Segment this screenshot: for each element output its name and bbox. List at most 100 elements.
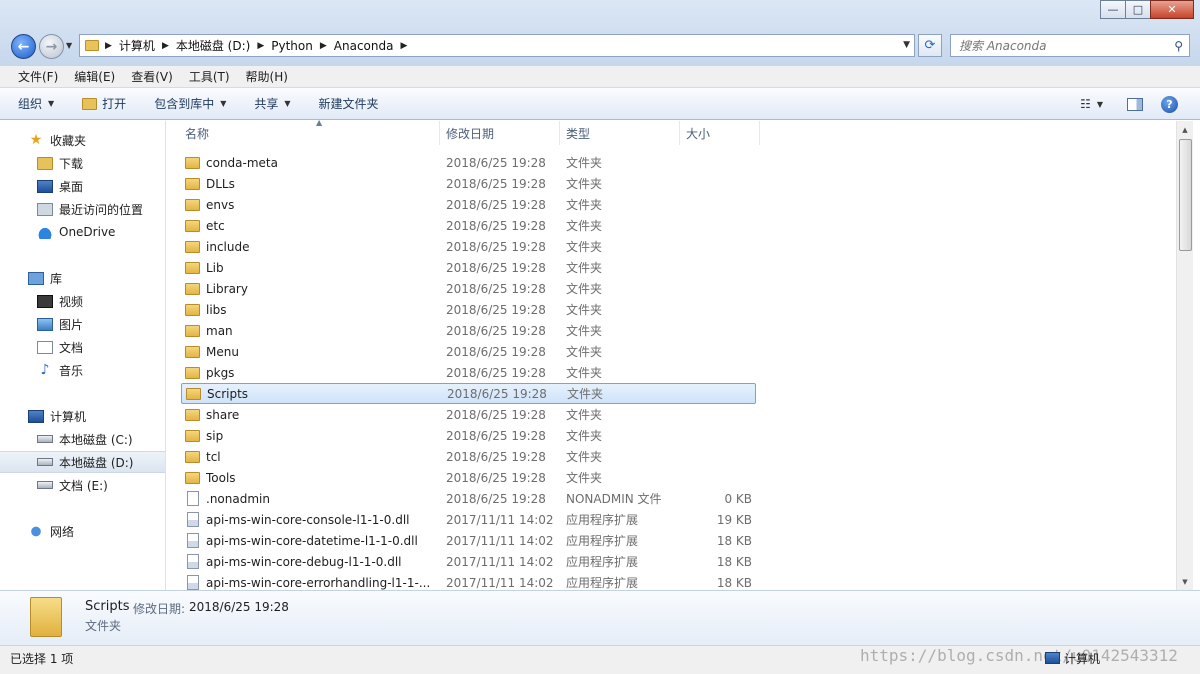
column-label: 名称 bbox=[185, 126, 210, 141]
search-box[interactable]: ⚲ bbox=[950, 34, 1190, 57]
address-bar[interactable]: ▶ 计算机 ▶ 本地磁盘 (D:) ▶ Python ▶ Anaconda ▶ … bbox=[79, 34, 915, 57]
nav-label: 文档 bbox=[59, 340, 84, 355]
nav-recent-places[interactable]: 最近访问的位置 bbox=[0, 198, 165, 220]
minimize-button[interactable]: — bbox=[1100, 0, 1126, 19]
vertical-scrollbar[interactable]: ▲ ▼ bbox=[1176, 121, 1193, 590]
view-dropdown[interactable]: ▼ bbox=[1097, 100, 1103, 109]
nav-label: 收藏夹 bbox=[50, 133, 87, 148]
column-name[interactable]: ▲ 名称 bbox=[179, 118, 440, 145]
column-size[interactable]: 大小 bbox=[680, 121, 760, 145]
file-row[interactable]: tcl 2018/6/25 19:28 文件夹 bbox=[181, 446, 756, 467]
view-details-icon[interactable]: ☷ bbox=[1080, 97, 1091, 111]
share-button[interactable]: 共享 ▼ bbox=[254, 95, 290, 112]
column-date-modified[interactable]: 修改日期 bbox=[440, 121, 560, 145]
file-row[interactable]: Tools 2018/6/25 19:28 文件夹 bbox=[181, 467, 756, 488]
nav-computer[interactable]: 计算机 bbox=[0, 405, 165, 427]
search-input[interactable] bbox=[959, 38, 1159, 53]
menu-file[interactable]: 文件(F) bbox=[10, 68, 66, 85]
file-row[interactable]: man 2018/6/25 19:28 文件夹 bbox=[181, 320, 756, 341]
preview-pane-icon[interactable] bbox=[1127, 97, 1143, 111]
menu-edit[interactable]: 编辑(E) bbox=[66, 68, 123, 85]
drive-icon bbox=[37, 458, 53, 466]
chevron-right-icon[interactable]: ▶ bbox=[320, 41, 327, 51]
breadcrumb-drive-d[interactable]: 本地磁盘 (D:) bbox=[176, 37, 250, 54]
nav-downloads[interactable]: 下载 bbox=[0, 152, 165, 174]
file-name: Scripts bbox=[207, 386, 249, 401]
minimize-icon: — bbox=[1107, 3, 1119, 16]
file-date: 2018/6/25 19:28 bbox=[446, 281, 546, 296]
scroll-down-button[interactable]: ▼ bbox=[1177, 573, 1193, 590]
file-row[interactable]: Menu 2018/6/25 19:28 文件夹 bbox=[181, 341, 756, 362]
nav-desktop[interactable]: 桌面 bbox=[0, 175, 165, 197]
address-dropdown[interactable]: ▼ bbox=[903, 40, 910, 50]
column-headers: ▲ 名称 修改日期 类型 大小 bbox=[167, 118, 1176, 145]
file-row-selected[interactable]: Scripts 2018/6/25 19:28 文件夹 bbox=[181, 383, 756, 404]
refresh-icon: ⟳ bbox=[924, 38, 936, 53]
file-row[interactable]: api-ms-win-core-errorhandling-l1-1-... 2… bbox=[181, 572, 756, 590]
nav-label: 网络 bbox=[50, 524, 75, 539]
file-row[interactable]: api-ms-win-core-datetime-l1-1-0.dll 2017… bbox=[181, 530, 756, 551]
file-row[interactable]: conda-meta 2018/6/25 19:28 文件夹 bbox=[181, 152, 756, 173]
chevron-right-icon[interactable]: ▶ bbox=[400, 41, 407, 51]
organize-button[interactable]: 组织 ▼ bbox=[18, 95, 54, 112]
nav-music[interactable]: ♪ 音乐 bbox=[0, 359, 165, 381]
nav-network[interactable]: 网络 bbox=[0, 520, 165, 542]
nav-favorites[interactable]: ★ 收藏夹 bbox=[0, 129, 165, 151]
file-row[interactable]: share 2018/6/25 19:28 文件夹 bbox=[181, 404, 756, 425]
maximize-button[interactable]: □ bbox=[1125, 0, 1151, 19]
chevron-down-icon: ▼ bbox=[48, 99, 55, 108]
new-folder-button[interactable]: 新建文件夹 bbox=[319, 95, 379, 112]
nav-libraries[interactable]: 库 bbox=[0, 267, 165, 289]
menu-view[interactable]: 查看(V) bbox=[123, 68, 181, 85]
file-type: 文件夹 bbox=[566, 429, 603, 443]
chevron-right-icon[interactable]: ▶ bbox=[105, 41, 112, 51]
selected-item-type: 文件夹 bbox=[85, 619, 122, 633]
file-row[interactable]: Lib 2018/6/25 19:28 文件夹 bbox=[181, 257, 756, 278]
recent-pages-dropdown[interactable]: ▼ bbox=[66, 41, 72, 50]
file-row[interactable]: DLLs 2018/6/25 19:28 文件夹 bbox=[181, 173, 756, 194]
open-button[interactable]: 打开 bbox=[82, 95, 126, 112]
nav-onedrive[interactable]: OneDrive bbox=[0, 221, 165, 243]
back-button[interactable]: ← bbox=[11, 34, 36, 59]
file-row[interactable]: .nonadmin 2018/6/25 19:28 NONADMIN 文件 0 … bbox=[181, 488, 756, 509]
close-button[interactable]: ✕ bbox=[1150, 0, 1194, 19]
file-name: Menu bbox=[206, 344, 239, 359]
refresh-button[interactable]: ⟳ bbox=[918, 34, 942, 57]
maximize-icon: □ bbox=[1132, 3, 1144, 16]
nav-drive-c[interactable]: 本地磁盘 (C:) bbox=[0, 428, 165, 450]
scrollbar-thumb[interactable] bbox=[1179, 139, 1192, 251]
file-row[interactable]: envs 2018/6/25 19:28 文件夹 bbox=[181, 194, 756, 215]
forward-button[interactable]: → bbox=[39, 34, 64, 59]
dll-file-icon bbox=[187, 575, 199, 590]
organize-label: 组织 bbox=[18, 97, 43, 111]
status-location: 计算机 bbox=[1064, 652, 1101, 666]
file-row[interactable]: libs 2018/6/25 19:28 文件夹 bbox=[181, 299, 756, 320]
nav-pictures[interactable]: 图片 bbox=[0, 313, 165, 335]
nav-drive-e[interactable]: 文档 (E:) bbox=[0, 474, 165, 496]
chevron-right-icon[interactable]: ▶ bbox=[257, 41, 264, 51]
chevron-right-icon[interactable]: ▶ bbox=[162, 41, 169, 51]
scroll-up-button[interactable]: ▲ bbox=[1177, 121, 1193, 138]
nav-videos[interactable]: 视频 bbox=[0, 290, 165, 312]
file-row[interactable]: api-ms-win-core-console-l1-1-0.dll 2017/… bbox=[181, 509, 756, 530]
nav-drive-d[interactable]: 本地磁盘 (D:) bbox=[0, 451, 165, 473]
file-row[interactable]: pkgs 2018/6/25 19:28 文件夹 bbox=[181, 362, 756, 383]
breadcrumb-python[interactable]: Python bbox=[271, 39, 313, 53]
column-type[interactable]: 类型 bbox=[560, 121, 680, 145]
menu-help[interactable]: 帮助(H) bbox=[238, 68, 296, 85]
file-row[interactable]: include 2018/6/25 19:28 文件夹 bbox=[181, 236, 756, 257]
breadcrumb-anaconda[interactable]: Anaconda bbox=[334, 39, 394, 53]
folder-icon bbox=[185, 366, 200, 379]
file-row[interactable]: sip 2018/6/25 19:28 文件夹 bbox=[181, 425, 756, 446]
nav-documents[interactable]: 文档 bbox=[0, 336, 165, 358]
file-row[interactable]: etc 2018/6/25 19:28 文件夹 bbox=[181, 215, 756, 236]
triangle-down-icon: ▼ bbox=[1182, 577, 1188, 586]
breadcrumb-computer[interactable]: 计算机 bbox=[119, 37, 155, 54]
file-row[interactable]: api-ms-win-core-debug-l1-1-0.dll 2017/11… bbox=[181, 551, 756, 572]
file-row[interactable]: Library 2018/6/25 19:28 文件夹 bbox=[181, 278, 756, 299]
help-icon[interactable]: ? bbox=[1161, 95, 1178, 113]
search-icon[interactable]: ⚲ bbox=[1174, 39, 1183, 53]
menu-tools[interactable]: 工具(T) bbox=[181, 68, 238, 85]
include-in-library-button[interactable]: 包含到库中 ▼ bbox=[154, 95, 226, 112]
onedrive-cloud-icon bbox=[37, 225, 53, 239]
